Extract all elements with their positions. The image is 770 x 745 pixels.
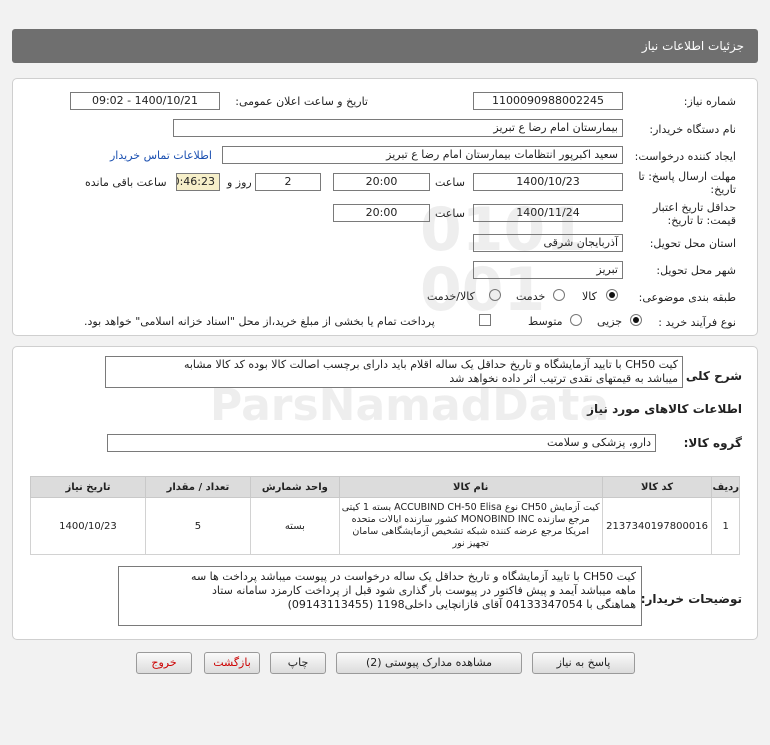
- page-title: جزئیات اطلاعات نیاز: [641, 39, 744, 53]
- payment-note: پرداخت تمام یا بخشی از مبلغ خرید،از محل …: [84, 315, 435, 328]
- category-option-goods: کالا: [582, 290, 597, 303]
- category-radio-goods-service[interactable]: [489, 289, 501, 301]
- city-label: شهر محل تحویل:: [656, 264, 736, 277]
- city-field: تبریز: [473, 261, 623, 279]
- col-unit: واحد شمارش: [249, 476, 340, 498]
- category-radio-goods[interactable]: [606, 289, 618, 301]
- validity-label: حداقل تاریخ اعتبار: [652, 201, 736, 214]
- buyer-org-label: نام دستگاه خریدار:: [649, 123, 736, 136]
- deadline-date-field: 1400/10/23: [473, 173, 623, 191]
- deadline-label-date: تاریخ:: [710, 183, 736, 196]
- items-table-header: ردیف کد کالا نام کالا واحد شمارش تعداد /…: [30, 476, 740, 498]
- creator-field: سعید اکبرپور انتظامات بیمارستان امام رضا…: [222, 146, 623, 164]
- province-field: آذربایجان شرقی: [473, 234, 623, 252]
- row-name-line2: مرجع سازنده MONOBIND INC کشور سازنده ایا…: [351, 514, 590, 525]
- validity-label-date: قیمت: تا تاریخ:: [667, 214, 736, 227]
- process-option-medium: متوسط: [528, 315, 563, 328]
- buyer-notes-line3: هماهنگی با 04133347054 آقای قازانچایی دا…: [287, 598, 636, 611]
- page-header: جزئیات اطلاعات نیاز: [12, 29, 758, 63]
- category-option-goods-service: کالا/خدمت: [427, 290, 475, 303]
- days-field: 2: [255, 173, 321, 191]
- buyer-notes-label: توضیحات خریدار:: [640, 592, 742, 606]
- items-table: ردیف کد کالا نام کالا واحد شمارش تعداد /…: [30, 476, 740, 555]
- items-section-title: اطلاعات کالاهای مورد نیاز: [587, 402, 742, 416]
- row-index: 1: [711, 497, 740, 555]
- process-option-minor: جزیی: [597, 315, 623, 328]
- deadline-label: مهلت ارسال پاسخ: تا: [638, 170, 736, 183]
- validity-time-field: 20:00: [333, 204, 430, 222]
- process-radio-minor[interactable]: [630, 314, 642, 326]
- province-label: استان محل تحویل:: [649, 237, 736, 250]
- row-unit: بسته: [249, 497, 340, 555]
- summary-box: کیت CH50 با تایید آزمایشگاه و تاریخ حداق…: [105, 356, 683, 388]
- summary-text-line2: میباشد به قیمتهای نقدی ترتیب اثر داده نخ…: [449, 372, 678, 385]
- summary-text-line1: کیت CH50 با تایید آزمایشگاه و تاریخ حداق…: [183, 358, 678, 371]
- reply-button[interactable]: پاسخ به نیاز: [532, 652, 635, 674]
- buyer-notes-line1: کیت CH50 با تایید آزمایشگاه و تاریخ حداق…: [191, 570, 636, 583]
- validity-time-label: ساعت: [435, 207, 465, 220]
- row-name-line4: تجهیز نور: [452, 538, 489, 549]
- buyer-notes-box: کیت CH50 با تایید آزمایشگاه و تاریخ حداق…: [118, 566, 642, 626]
- row-name-line3: امریکا مرجع عرضه کننده شبکه تشخیص آزمایش…: [352, 526, 589, 537]
- group-field: دارو، پزشکی و سلامت: [107, 434, 656, 452]
- need-number-field: 1100090988002245: [473, 92, 623, 110]
- table-row[interactable]: 1 2137340197800016 کیت آزمایش CH50 نوع A…: [30, 497, 740, 555]
- creator-label: ایجاد کننده درخواست:: [634, 150, 736, 163]
- category-radio-service[interactable]: [553, 289, 565, 301]
- col-date: تاریخ نیاز: [30, 476, 146, 498]
- treasury-payment-checkbox[interactable]: [479, 314, 491, 326]
- row-code: 2137340197800016: [601, 497, 713, 555]
- announce-field: 1400/10/21 - 09:02: [70, 92, 220, 110]
- col-code: کد کالا: [601, 476, 713, 498]
- days-label: روز و: [227, 176, 252, 189]
- category-option-service: خدمت: [516, 290, 546, 303]
- col-quantity: تعداد / مقدار: [144, 476, 251, 498]
- process-label: نوع فرآیند خرید :: [658, 316, 736, 329]
- deadline-time-label: ساعت: [435, 176, 465, 189]
- contact-buyer-link[interactable]: اطلاعات تماس خریدار: [110, 149, 212, 162]
- remaining-time-field: 10:46:23: [176, 173, 220, 191]
- attachments-button[interactable]: مشاهده مدارک پیوستی (2): [336, 652, 522, 674]
- print-button[interactable]: چاپ: [270, 652, 326, 674]
- row-name: کیت آزمایش CH50 نوع ACCUBIND CH-50 Elisa…: [338, 497, 603, 555]
- announce-label: تاریخ و ساعت اعلان عمومی:: [235, 95, 368, 108]
- need-number-label: شماره نیاز:: [683, 95, 736, 108]
- validity-date-field: 1400/11/24: [473, 204, 623, 222]
- row-date: 1400/10/23: [30, 497, 146, 555]
- col-index: ردیف: [711, 476, 740, 498]
- process-radio-medium[interactable]: [570, 314, 582, 326]
- back-button[interactable]: بازگشت: [204, 652, 260, 674]
- exit-button[interactable]: خروج: [136, 652, 192, 674]
- buyer-notes-line2: ماهه میباشد آیمد و پیش فاکتور در پیوست ب…: [212, 584, 636, 597]
- row-quantity: 5: [144, 497, 251, 555]
- group-label: گروه کالا:: [683, 436, 742, 450]
- category-label: طبقه بندی موضوعی:: [638, 291, 736, 304]
- buyer-org-field: بیمارستان امام رضا ع تبریز: [173, 119, 623, 137]
- row-name-line1: کیت آزمایش CH50 نوع ACCUBIND CH-50 Elisa…: [341, 502, 600, 513]
- col-name: نام کالا: [338, 476, 603, 498]
- deadline-time-field: 20:00: [333, 173, 430, 191]
- remaining-label: ساعت باقی مانده: [85, 176, 167, 189]
